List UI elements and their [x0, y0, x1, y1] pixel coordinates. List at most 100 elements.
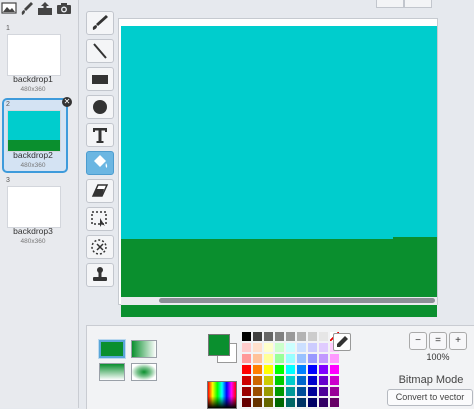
palette-swatch[interactable] [308, 365, 317, 374]
palette-swatch[interactable] [297, 387, 306, 396]
zoom-reset-button[interactable]: = [429, 332, 447, 350]
fill-radial-gradient-option[interactable] [131, 363, 157, 381]
primary-color-swatch[interactable] [208, 334, 230, 356]
line-tool-button[interactable] [86, 39, 114, 63]
brush-icon [92, 15, 108, 30]
palette-swatch[interactable] [319, 365, 328, 374]
paint-brush-icon[interactable] [20, 1, 36, 16]
delete-backdrop-close-icon[interactable]: ✕ [62, 97, 72, 107]
palette-swatch[interactable] [297, 365, 306, 374]
canvas-ground-area [121, 239, 437, 317]
palette-swatch[interactable] [275, 398, 284, 407]
palette-swatch[interactable] [308, 343, 317, 352]
zoom-in-button[interactable]: + [449, 332, 467, 350]
palette-swatch[interactable] [264, 398, 273, 407]
undo-button[interactable] [376, 0, 404, 8]
horizontal-scrollbar-thumb[interactable] [159, 298, 435, 303]
paint-canvas[interactable] [118, 18, 438, 317]
palette-swatch[interactable] [286, 387, 295, 396]
fill-solid-option[interactable] [98, 339, 126, 359]
eyedropper-button[interactable] [333, 333, 351, 351]
palette-swatch[interactable] [297, 354, 306, 363]
fill-vertical-gradient-option[interactable] [99, 363, 125, 381]
palette-swatch[interactable] [319, 332, 328, 341]
upload-icon[interactable] [37, 1, 53, 16]
select-to-clone-tool-button[interactable] [86, 235, 114, 259]
palette-swatch[interactable] [297, 398, 306, 407]
redo-button[interactable] [404, 0, 432, 8]
palette-swatch[interactable] [253, 354, 262, 363]
eraser-tool-button[interactable] [86, 179, 114, 203]
palette-swatch[interactable] [286, 332, 295, 341]
palette-swatch[interactable] [264, 365, 273, 374]
palette-swatch[interactable] [308, 376, 317, 385]
palette-swatch[interactable] [330, 365, 339, 374]
palette-swatch[interactable] [275, 332, 284, 341]
palette-swatch[interactable] [242, 354, 251, 363]
palette-swatch[interactable] [242, 365, 251, 374]
landscape-library-icon[interactable] [1, 1, 17, 16]
rectangle-tool-button[interactable] [86, 67, 114, 91]
palette-swatch[interactable] [286, 365, 295, 374]
palette-swatch[interactable] [275, 365, 284, 374]
fill-horizontal-gradient-option[interactable] [131, 340, 157, 358]
backdrop-list-panel: 1 backdrop1 480x360 2 backdrop2 480x360 … [0, 0, 79, 408]
camera-icon[interactable] [56, 1, 72, 16]
palette-swatch[interactable] [275, 343, 284, 352]
palette-swatch[interactable] [275, 387, 284, 396]
palette-swatch[interactable] [297, 343, 306, 352]
palette-swatch[interactable] [264, 354, 273, 363]
palette-swatch[interactable] [319, 343, 328, 352]
palette-swatch[interactable] [330, 376, 339, 385]
fill-tool-button[interactable] [86, 151, 114, 175]
color-picker[interactable] [207, 381, 237, 409]
select-tool-button[interactable] [86, 207, 114, 231]
palette-swatch[interactable] [297, 332, 306, 341]
new-backdrop-bar [0, 0, 78, 18]
palette-swatch[interactable] [264, 387, 273, 396]
palette-swatch[interactable] [286, 398, 295, 407]
palette-swatch[interactable] [286, 343, 295, 352]
palette-swatch[interactable] [242, 376, 251, 385]
palette-swatch[interactable] [264, 332, 273, 341]
palette-swatch[interactable] [264, 343, 273, 352]
backdrop-thumbnail [7, 34, 61, 76]
palette-swatch[interactable] [242, 398, 251, 407]
palette-swatch[interactable] [242, 387, 251, 396]
palette-swatch[interactable] [308, 387, 317, 396]
backdrop-index: 1 [6, 25, 10, 32]
palette-swatch[interactable] [286, 376, 295, 385]
palette-swatch[interactable] [330, 354, 339, 363]
text-tool-button[interactable] [86, 123, 114, 147]
palette-swatch[interactable] [330, 387, 339, 396]
palette-swatch[interactable] [319, 354, 328, 363]
palette-swatch[interactable] [308, 354, 317, 363]
palette-swatch[interactable] [242, 343, 251, 352]
palette-swatch[interactable] [286, 354, 295, 363]
palette-swatch[interactable] [264, 376, 273, 385]
palette-swatch[interactable] [275, 376, 284, 385]
ellipse-tool-button[interactable] [86, 95, 114, 119]
palette-swatch[interactable] [253, 343, 262, 352]
palette-swatch[interactable] [319, 387, 328, 396]
palette-swatch[interactable] [308, 398, 317, 407]
text-icon [93, 128, 107, 143]
backdrop-name: backdrop1 [13, 74, 53, 84]
palette-swatch[interactable] [319, 398, 328, 407]
brush-tool-button[interactable] [86, 11, 114, 35]
stamp-tool-button[interactable] [86, 263, 114, 287]
palette-swatch[interactable] [297, 376, 306, 385]
palette-swatch[interactable] [253, 387, 262, 396]
palette-swatch[interactable] [330, 398, 339, 407]
palette-swatch[interactable] [253, 365, 262, 374]
palette-swatch[interactable] [253, 376, 262, 385]
palette-swatch[interactable] [253, 398, 262, 407]
backdrop-thumbnail [7, 186, 61, 228]
palette-swatch[interactable] [308, 332, 317, 341]
palette-swatch[interactable] [242, 332, 251, 341]
palette-swatch[interactable] [253, 332, 262, 341]
convert-to-vector-button[interactable]: Convert to vector [387, 389, 473, 406]
zoom-out-button[interactable]: − [409, 332, 427, 350]
palette-swatch[interactable] [275, 354, 284, 363]
palette-swatch[interactable] [319, 376, 328, 385]
